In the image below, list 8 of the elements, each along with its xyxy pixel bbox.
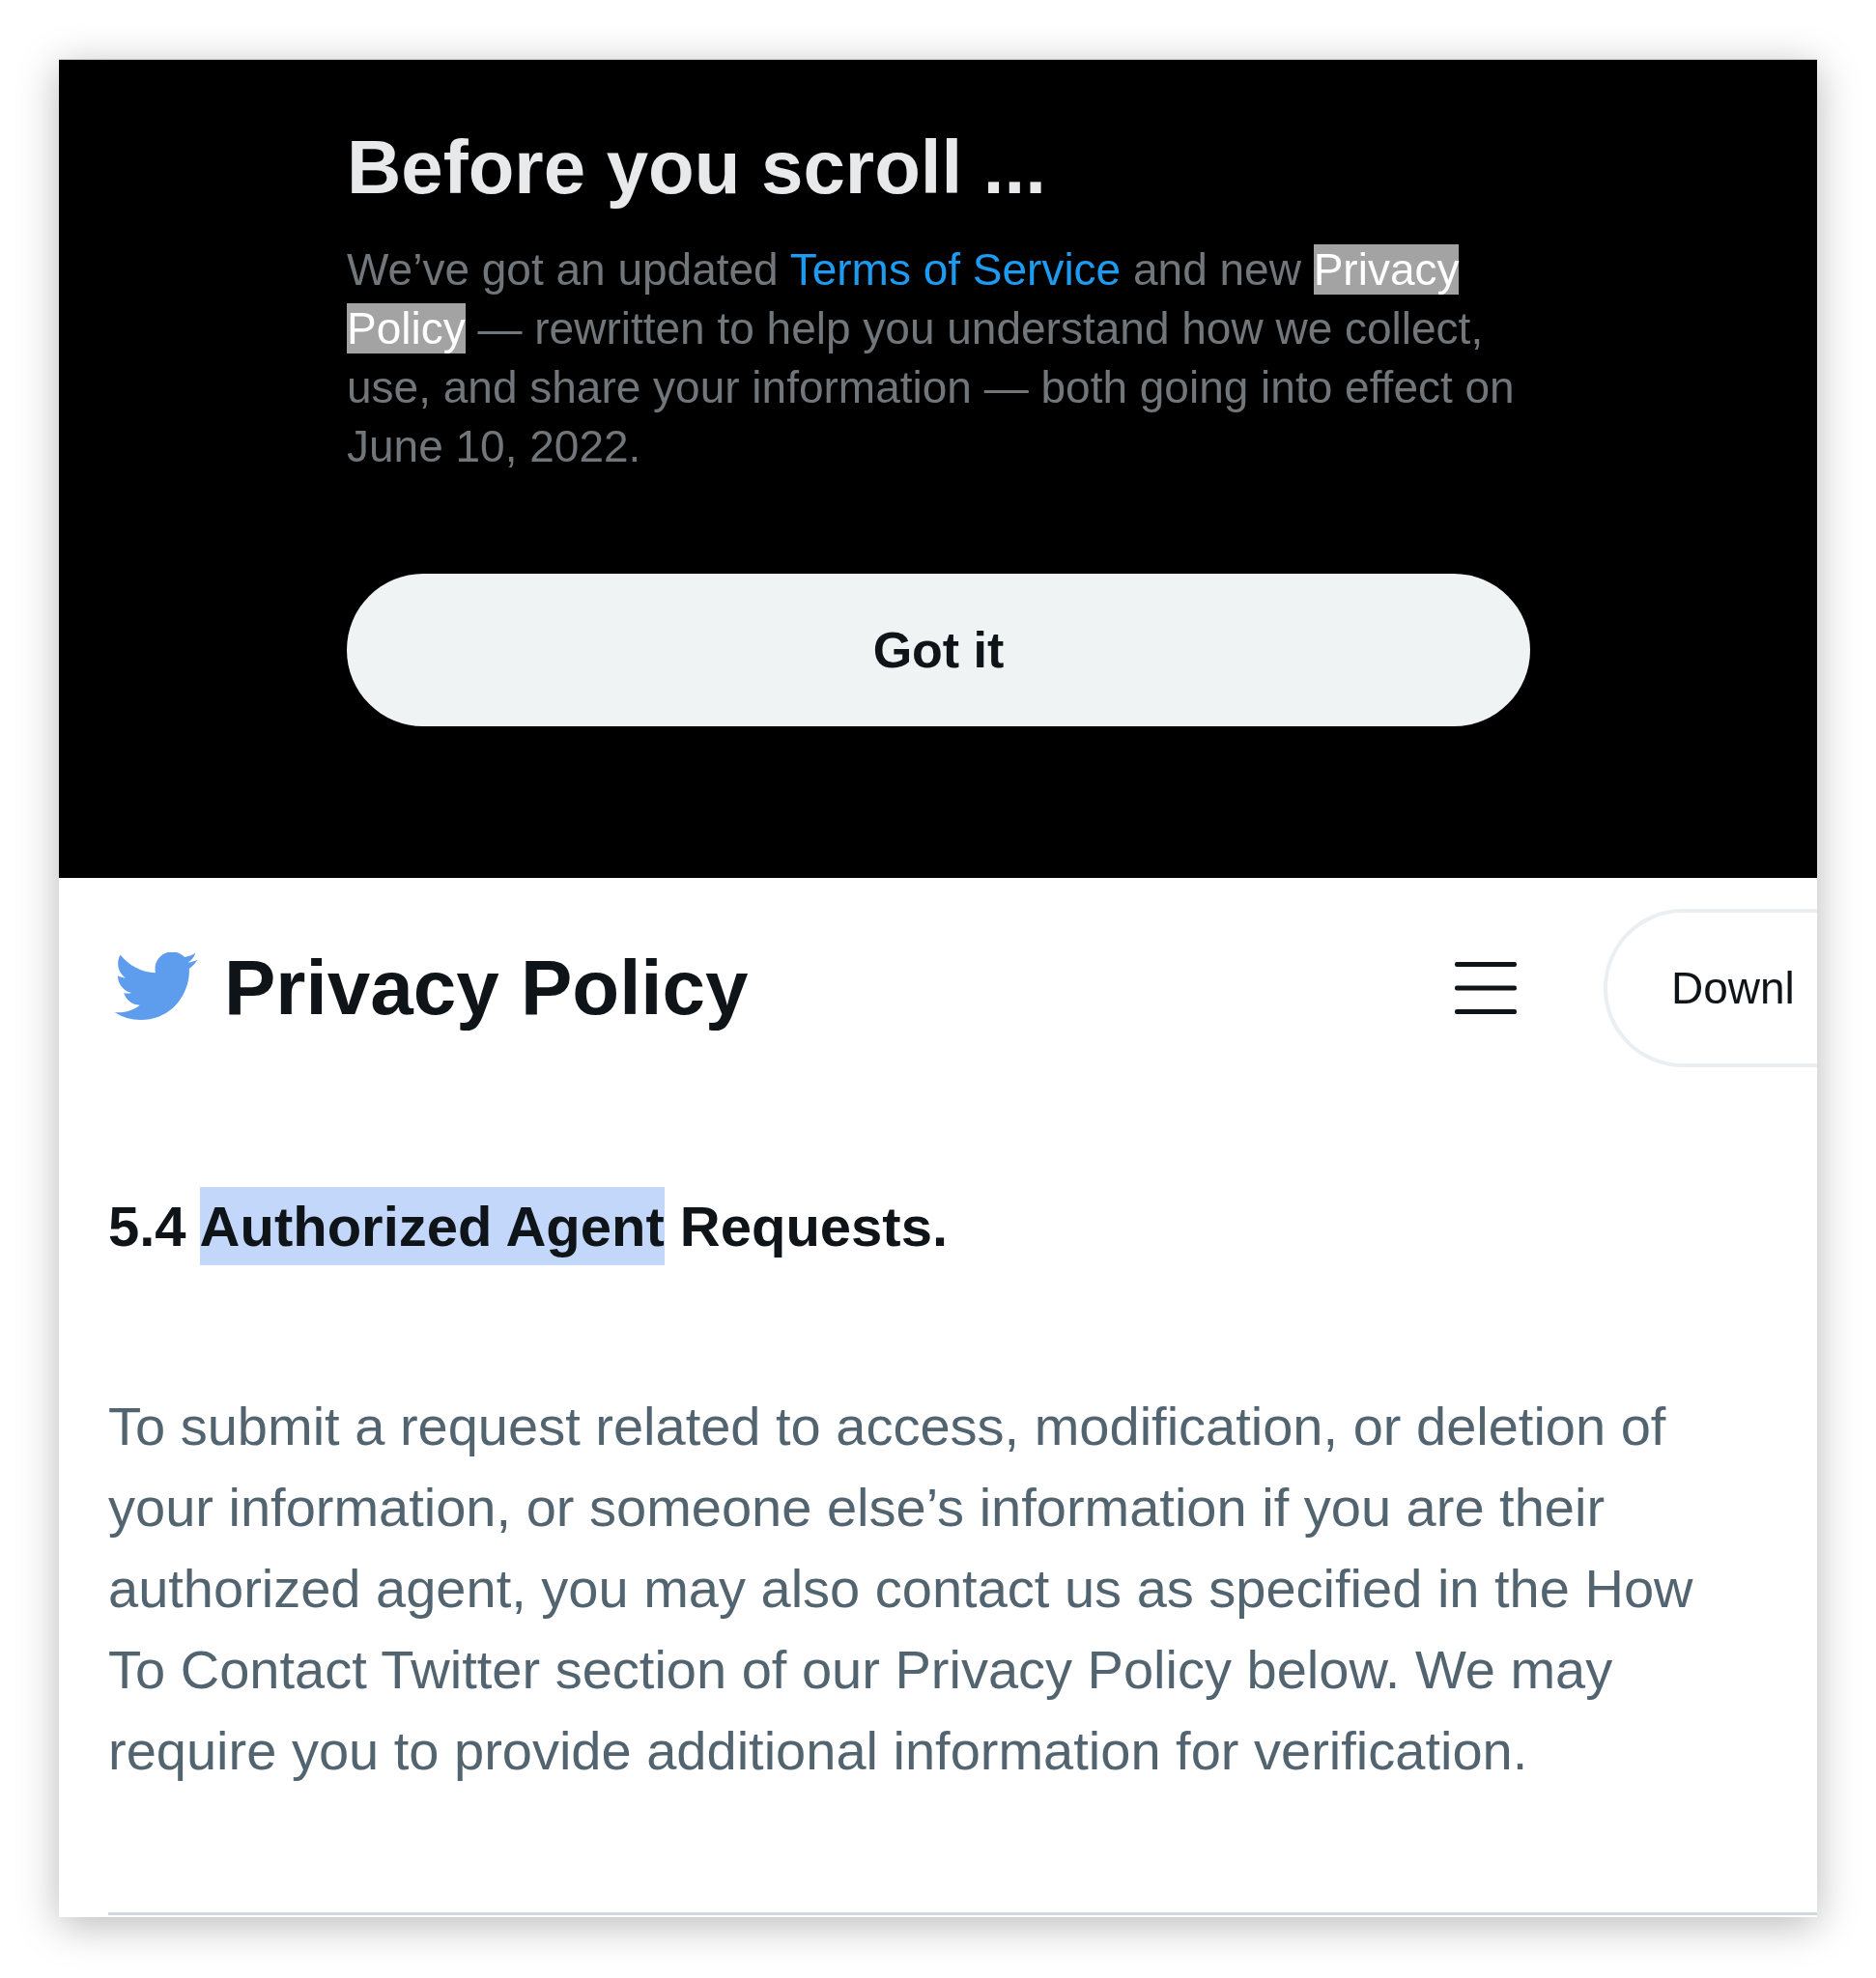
- menu-icon[interactable]: [1455, 961, 1517, 1015]
- got-it-button[interactable]: Got it: [347, 574, 1530, 726]
- section-heading: 5.4 Authorized Agent Requests.: [108, 1187, 1817, 1265]
- banner-title: Before you scroll ...: [347, 124, 1047, 211]
- download-button[interactable]: Downl: [1604, 909, 1817, 1067]
- page-title: Privacy Policy: [224, 944, 750, 1032]
- body-text: To submit a request related to access, modification, or deletion of your information, or someone else’s information if you are their authorized agent, you may also contact us as specified in the How To Contact Twitter section of our Privacy Policy below. We may require you to provide additional information for verification.: [108, 1395, 1694, 1783]
- text-link[interactable]: Terms of Service: [789, 244, 1122, 295]
